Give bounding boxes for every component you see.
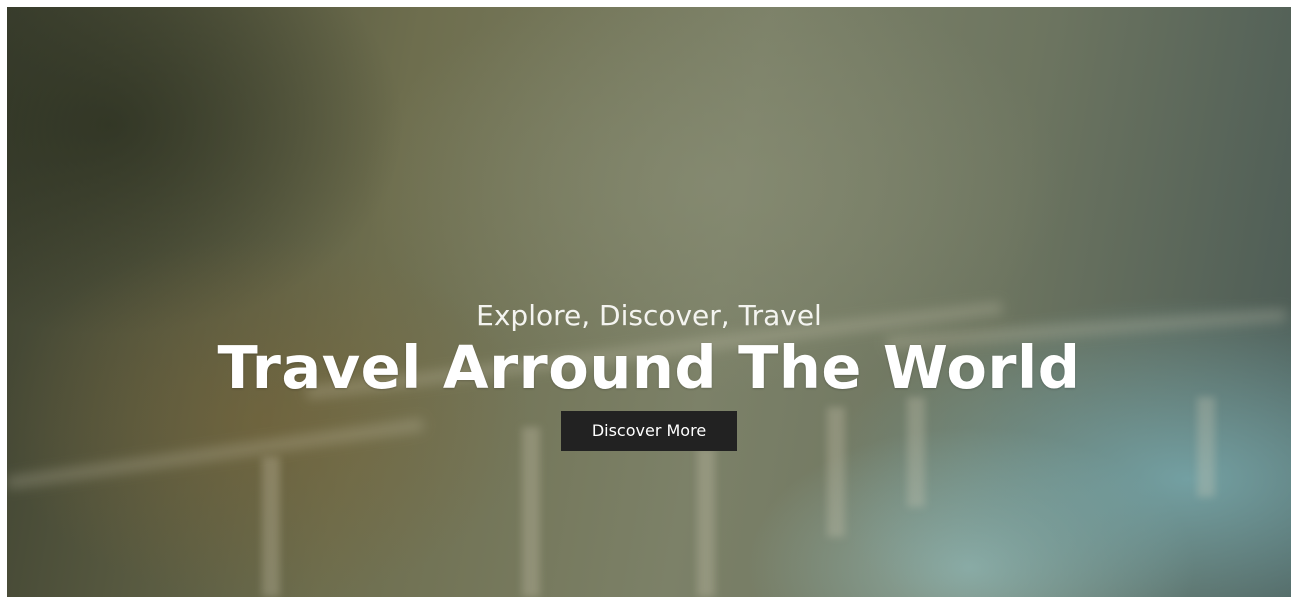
hero-title: Travel Arround The World [217,333,1081,402]
background-blur-shape [262,457,280,597]
background-blur-shape [697,447,715,597]
hero-banner: Explore, Discover, Travel Travel Arround… [7,7,1291,597]
discover-more-button[interactable]: Discover More [561,411,737,451]
hero-subtitle: Explore, Discover, Travel [476,299,822,332]
hero-content: Explore, Discover, Travel Travel Arround… [7,299,1291,451]
background-blur-shape [522,427,540,597]
